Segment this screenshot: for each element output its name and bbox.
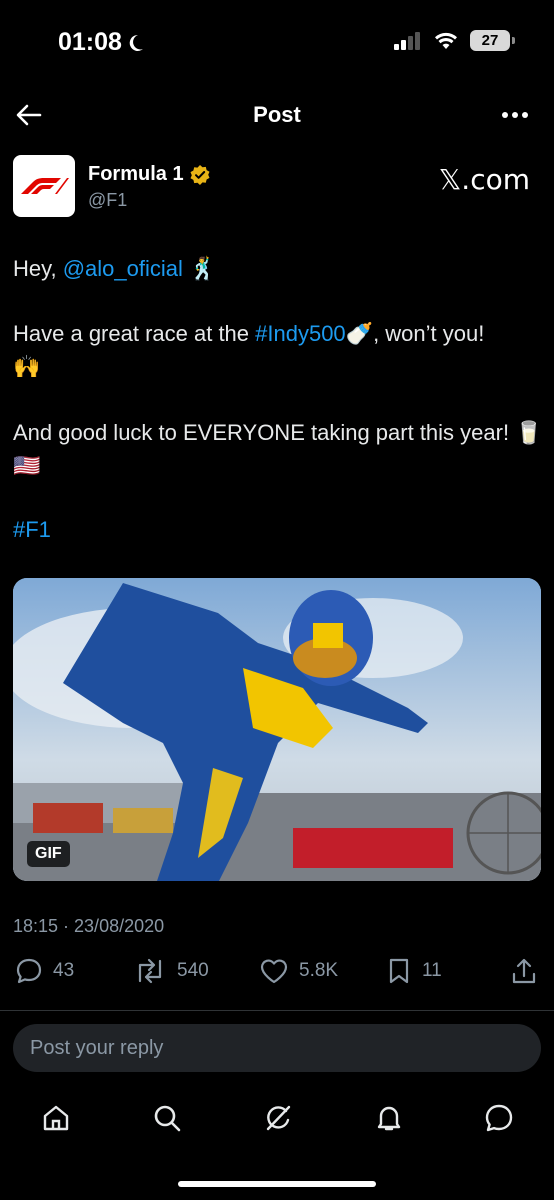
wifi-icon [435, 32, 457, 49]
bookmark-button[interactable]: 11 [386, 957, 442, 985]
gif-frame-image [13, 578, 541, 881]
bell-icon [377, 1106, 401, 1131]
avatar[interactable] [13, 155, 75, 217]
tab-search[interactable] [147, 1098, 187, 1138]
reply-input[interactable] [13, 1024, 541, 1072]
post-timestamp[interactable]: 18:15 · 23/08/2020 [13, 916, 164, 937]
status-bar: 01:08 27 [0, 0, 554, 84]
share-icon [512, 958, 536, 984]
tab-home[interactable] [36, 1098, 76, 1138]
author-handle[interactable]: @F1 [88, 190, 127, 211]
post-header: Post [0, 90, 554, 140]
gif-badge: GIF [27, 841, 70, 867]
signal-icon [394, 31, 420, 50]
battery-icon: 27 [470, 30, 515, 51]
dancer-emoji: 🕺 [189, 256, 217, 281]
author-name[interactable]: Formula 1 [88, 163, 210, 186]
like-button[interactable]: 5.8K [259, 957, 338, 985]
reply-count: 43 [53, 960, 75, 981]
hashtag-indy500-link[interactable]: #Indy500 [255, 321, 346, 346]
x-watermark: 𝕏.com [438, 163, 530, 196]
gif-media[interactable]: GIF [13, 578, 541, 881]
clock: 01:08 [58, 28, 122, 56]
search-icon [154, 1105, 181, 1132]
race-text: Have a great race at the [13, 321, 256, 346]
bottom-tab-bar [0, 1090, 554, 1146]
divider [0, 1010, 554, 1011]
bookmark-count: 11 [422, 960, 442, 981]
hashtag-f1-link[interactable]: #F1 [13, 517, 51, 542]
more-options-button[interactable] [498, 100, 532, 130]
verified-badge-icon [190, 164, 210, 185]
repost-icon [138, 958, 162, 984]
home-indicator [178, 1181, 376, 1187]
status-indicators: 27 [394, 30, 515, 51]
post-line-hashtag: #F1 [13, 513, 543, 546]
grok-icon [266, 1105, 291, 1131]
tab-messages[interactable] [479, 1098, 519, 1138]
tab-grok[interactable] [258, 1098, 298, 1138]
battery-level: 27 [481, 32, 499, 49]
author-name-text: Formula 1 [88, 163, 184, 185]
action-bar: 43 540 5.8K 11 [0, 957, 554, 993]
mention-link[interactable]: @alo_oficial [63, 256, 183, 281]
message-icon [485, 1104, 513, 1132]
post-line-greeting: Hey, @alo_oficial 🕺 [13, 252, 543, 285]
tab-notifications[interactable] [369, 1098, 409, 1138]
repost-count: 540 [177, 960, 209, 981]
status-time: 01:08 [58, 28, 144, 57]
post-line-good-luck: And good luck to EVERYONE taking part th… [13, 420, 543, 478]
race-suffix-text: 🍼, won’t you! [345, 321, 485, 346]
post-line-race: Have a great race at the #Indy500🍼, won’… [13, 317, 543, 383]
moon-icon [129, 34, 143, 51]
more-dots-icon [502, 112, 528, 118]
share-button[interactable] [510, 957, 538, 985]
home-icon [43, 1105, 69, 1131]
f1-logo-icon [21, 178, 69, 194]
reply-button[interactable]: 43 [15, 957, 74, 985]
page-title: Post [253, 102, 301, 127]
like-count: 5.8K [299, 960, 339, 981]
repost-button[interactable]: 540 [133, 957, 209, 985]
bookmark-icon [389, 958, 409, 984]
reply-box [13, 1024, 541, 1072]
greeting-text: Hey, [13, 256, 63, 281]
heart-icon [260, 959, 288, 984]
raised-hands-emoji: 🙌 [13, 354, 41, 379]
comment-icon [16, 958, 42, 984]
